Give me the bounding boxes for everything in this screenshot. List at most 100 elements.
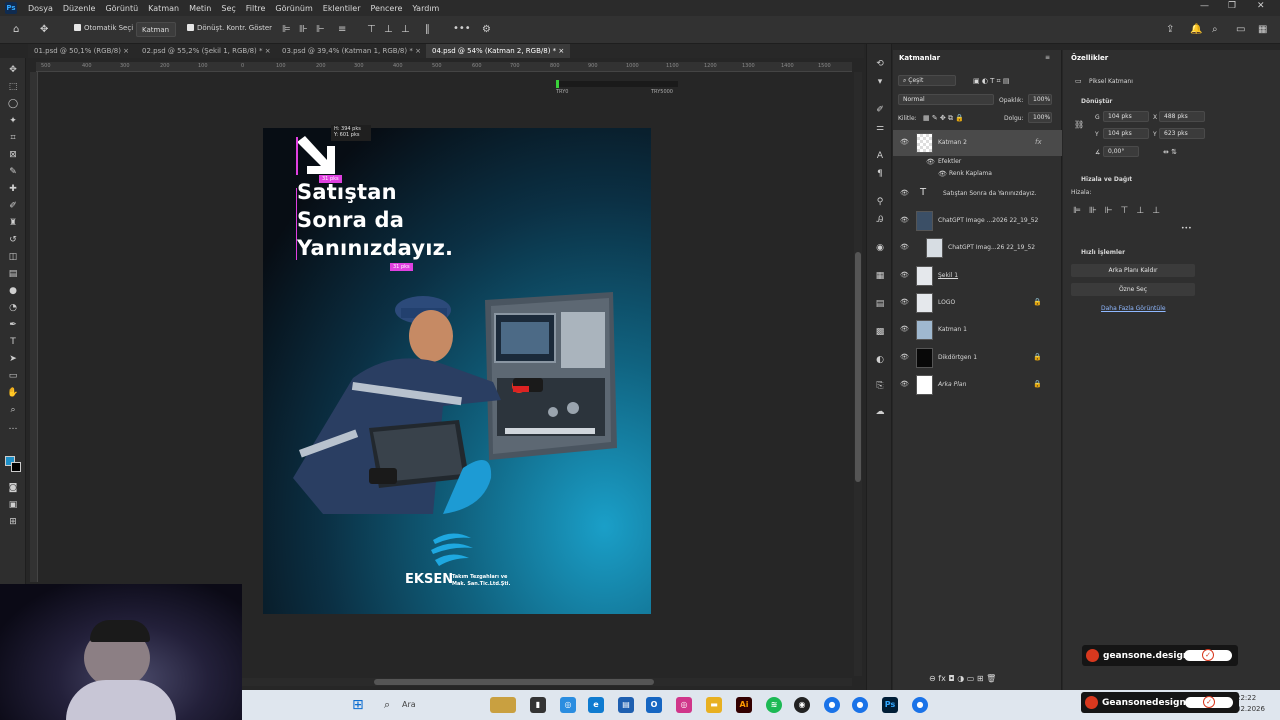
layer-row-logo[interactable]: 👁 LOGO 🔒 [893,290,1062,316]
align-left-icon[interactable]: ⊫ [282,25,291,35]
patterns-panel-icon[interactable]: ▩ [873,326,887,338]
eye-icon[interactable]: 👁 [900,243,909,251]
remove-background-button[interactable]: Arka Planı Kaldır [1071,264,1195,277]
eye-icon[interactable]: 👁 [900,271,909,279]
libraries-panel-icon[interactable]: ☁ [873,406,887,418]
hand-icon[interactable]: ✋ [6,387,20,399]
filter-icons[interactable]: ▣ ◐ T ⌗ ▤ [973,77,1009,86]
headline-line-2[interactable]: Sonra da [297,208,404,232]
spotify-icon[interactable]: ≋ [766,697,782,713]
distribute-icon[interactable]: ≡ [338,25,346,35]
copilot-icon[interactable]: ◎ [560,697,576,713]
eye-icon[interactable]: 👁 [926,158,935,166]
close-icon[interactable]: ✕ [1257,1,1265,11]
menu-layer[interactable]: Katman [143,4,184,13]
transform-section-title[interactable]: Dönüştür [1081,98,1112,105]
select-subject-button[interactable]: Özne Seç [1071,283,1195,296]
channels-panel-icon[interactable]: ◐ [873,354,887,366]
search-icon[interactable]: ⌕ [1212,25,1218,35]
background-color-swatch[interactable] [11,462,21,472]
lock-icons[interactable]: ▦ ✎ ✥ ⧉ 🔒 [923,114,964,123]
move-icon[interactable]: ✥ [6,64,20,76]
chrome-icon-2[interactable]: ● [852,697,868,713]
edge-icon[interactable]: e [588,697,604,713]
store-icon[interactable]: ▤ [618,697,634,713]
pen-icon[interactable]: ✒ [6,319,20,331]
move-tool-icon[interactable]: ✥ [40,25,48,35]
eyedropper-icon[interactable]: ✎ [6,166,20,178]
healing-icon[interactable]: ✚ [6,183,20,195]
workspace-icon[interactable]: ▭ [1236,25,1245,35]
comments-panel-icon[interactable]: ▾ [873,76,887,88]
layer-row-text[interactable]: 👁 T Satıştan Sonra da Yanınızdayız. [893,181,1062,207]
clock-time[interactable]: 22:22 [1236,694,1256,702]
widget-icon[interactable] [490,697,516,713]
eye-icon[interactable]: 👁 [900,189,909,197]
eye-icon[interactable]: 👁 [900,353,909,361]
menu-help[interactable]: Yardım [407,4,444,13]
paths-panel-icon[interactable]: ⎘ [873,380,887,392]
file-explorer-icon[interactable]: ▬ [706,697,722,713]
adjust-panel-icon[interactable]: ⚌ [873,122,887,134]
taskbar-search[interactable]: Ara [402,700,416,709]
link-icon[interactable]: ⛓ [1074,120,1084,129]
width-field[interactable]: 104 pks [1103,111,1149,122]
obs-icon[interactable]: ◉ [794,697,810,713]
home-icon[interactable]: ⌂ [13,25,19,35]
flip-icons[interactable]: ⇹ ⇅ [1163,148,1177,156]
fx-icon[interactable]: fx [1035,138,1042,146]
layer-row-katman-2[interactable]: 👁 Katman 2 fx [893,130,1062,156]
menu-select[interactable]: Seç [216,4,240,13]
history-brush-icon[interactable]: ↺ [6,234,20,246]
show-transform-checkbox[interactable]: Dönüşt. Kontr. Göster [187,24,272,32]
worker-cnc-image[interactable] [283,278,623,538]
rectangle-icon[interactable]: ▭ [6,370,20,382]
angle-field[interactable]: 0,00° [1103,146,1139,157]
align-buttons[interactable]: ⊫⊪⊩⊤⊥⊥ [1073,206,1168,216]
menu-plugins[interactable]: Eklentiler [318,4,366,13]
3d-panel-icon[interactable]: ◉ [873,242,887,254]
type-icon[interactable]: T [6,336,20,348]
eye-icon[interactable]: 👁 [938,170,947,178]
quick-mask-icon[interactable]: ◙ [6,482,20,494]
menu-type[interactable]: Metin [184,4,216,13]
distribute-vertical-icon[interactable]: ∥ [425,25,430,35]
windows-start-icon[interactable]: ⊞ [352,697,364,713]
properties-panel-icon[interactable]: ⚲ [873,196,887,208]
layer-row-dikdortgen-1[interactable]: 👁 Dikdörtgen 1 🔒 [893,345,1062,371]
align-bottom-icon[interactable]: ⊥ [401,25,410,35]
eye-icon[interactable]: 👁 [900,216,909,224]
opacity-field[interactable]: 100% [1028,94,1052,105]
workspace-layout-icon[interactable]: ▦ [1258,25,1267,35]
tab-04[interactable]: 04.psd @ 54% (Katman 2, RGB/8) * × [426,44,571,58]
menu-view[interactable]: Görünüm [270,4,317,13]
arrow-shape[interactable] [295,136,337,176]
paragraph-panel-icon[interactable]: ¶ [873,168,887,180]
outlook-icon[interactable]: O [646,697,662,713]
fill-field[interactable]: 100% [1028,112,1052,123]
tab-03[interactable]: 03.psd @ 39,4% (Katman 1, RGB/8) * × [276,44,427,58]
zoom-icon[interactable]: ⌕ [6,404,20,416]
bell-icon[interactable]: 🔔 [1190,25,1202,35]
brush-panel-icon[interactable]: ✐ [873,104,887,116]
menu-filter[interactable]: Filtre [241,4,271,13]
horizontal-scroll-thumb[interactable] [374,679,654,685]
x-field[interactable]: 488 pks [1159,111,1205,122]
align-vcenter-icon[interactable]: ⊥ [384,25,393,35]
lasso-icon[interactable]: ◯ [6,98,20,110]
show-more-link[interactable]: Daha Fazla Görüntüle [1101,305,1166,312]
share-icon[interactable]: ⇪ [1166,25,1174,35]
panel-menu-icon[interactable]: ≡ [1045,54,1050,61]
layer-effects-row[interactable]: 👁 Efektler [893,156,1062,168]
y-field[interactable]: 623 pks [1159,128,1205,139]
tab-01[interactable]: 01.psd @ 50,1% (RGB/8) × [28,44,135,58]
tab-02[interactable]: 02.psd @ 55,2% (Şekil 1, RGB/8) * × [136,44,277,58]
blend-mode-dropdown[interactable]: Normal [898,94,994,105]
instagram-icon[interactable]: ◎ [676,697,692,713]
layer-row-sekil-1[interactable]: 👁 Şekil 1 [893,263,1062,289]
minimize-icon[interactable]: — [1200,1,1209,11]
swatches-panel-icon[interactable]: ▦ [873,270,887,282]
layer-row-chatgpt-2[interactable]: 👁 ChatGPT Imag...26 22_19_52 [893,235,1062,261]
gradient-icon[interactable]: ▤ [6,268,20,280]
gear-icon[interactable]: ⚙ [482,25,491,35]
